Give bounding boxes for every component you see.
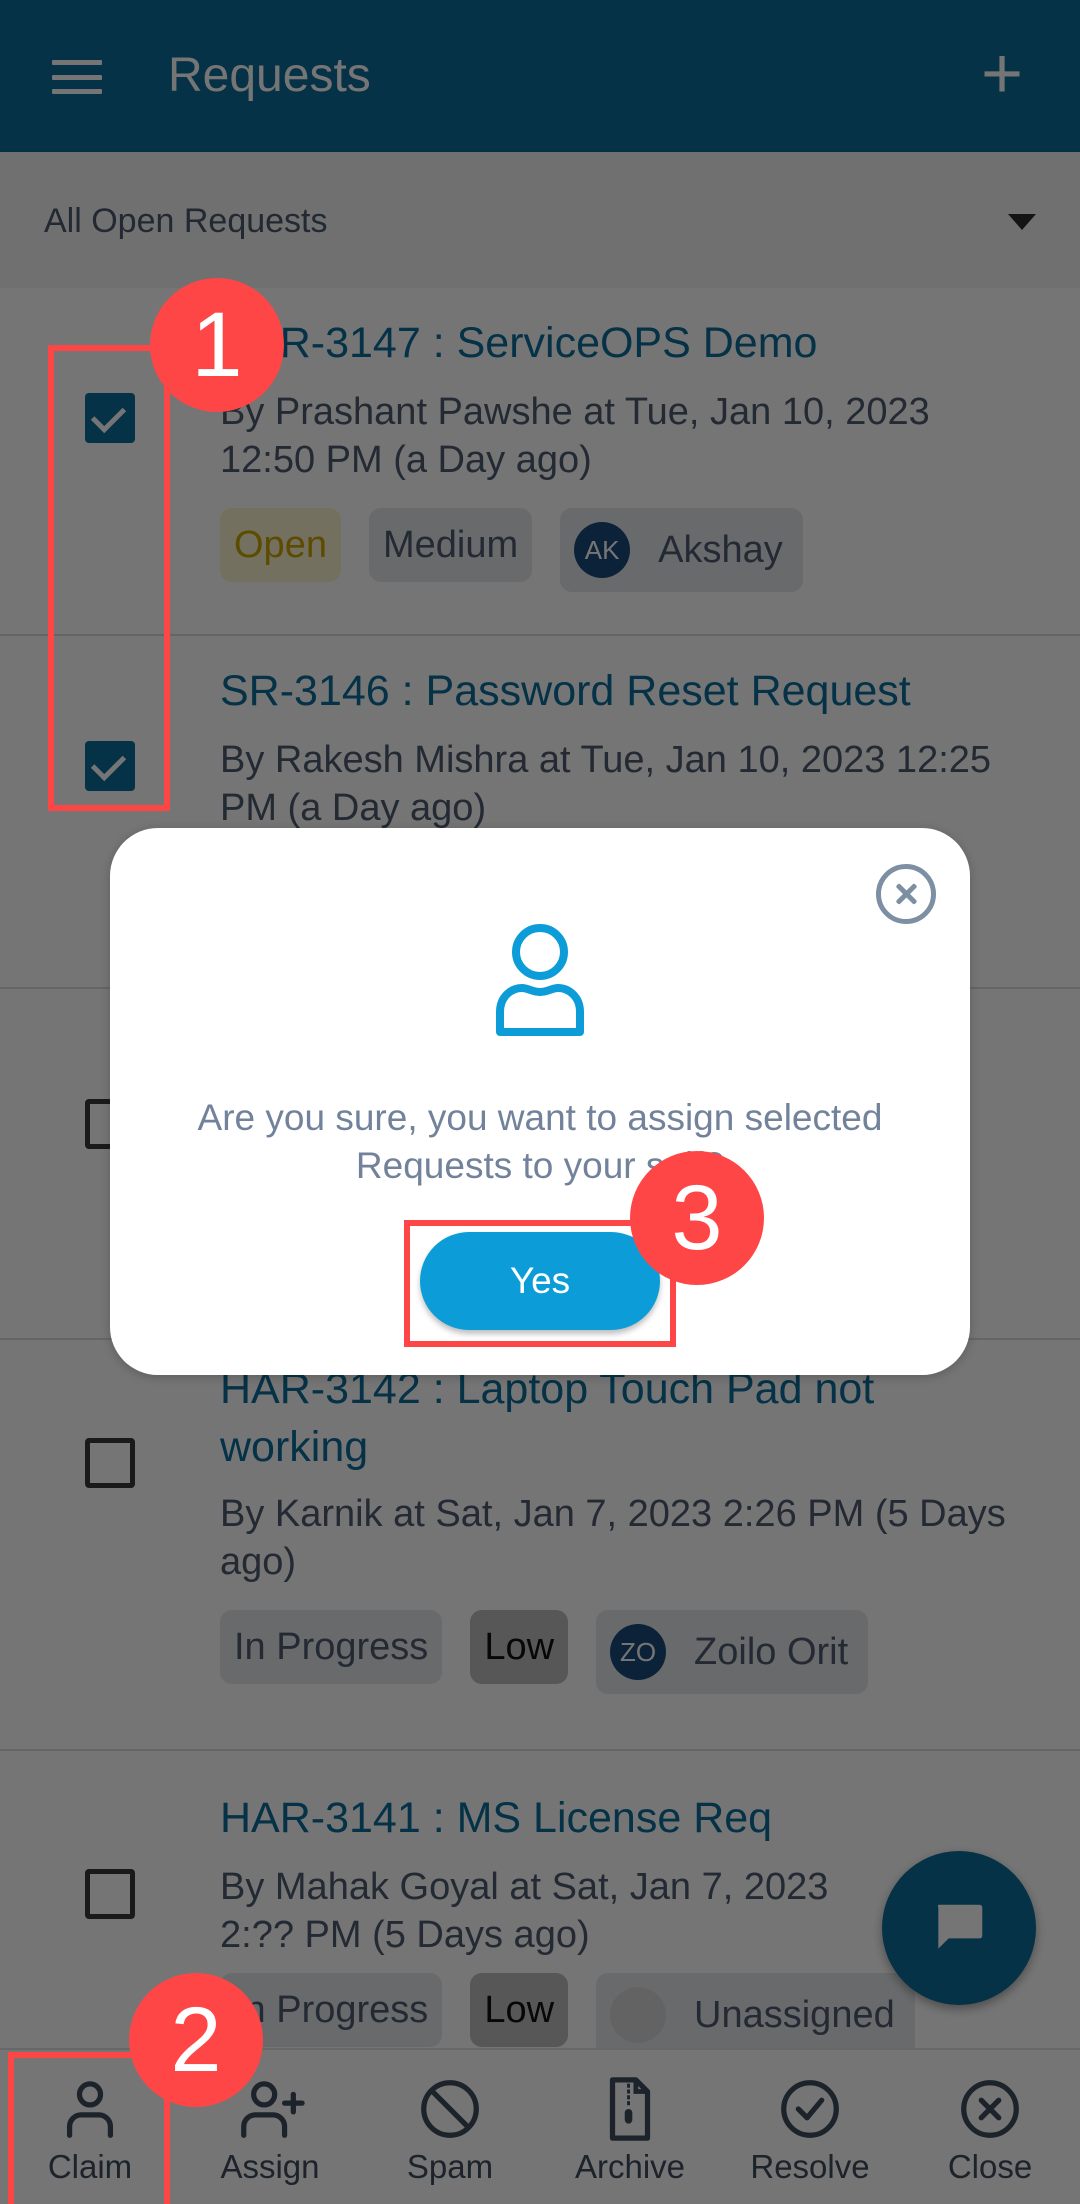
close-icon[interactable] [876,864,936,924]
annotation-box-checkboxes [48,345,170,811]
annotation-badge: 1 [150,278,284,412]
dialog-message: Are you sure, you want to assign selecte… [197,1097,883,1186]
annotation-badge: 3 [630,1151,764,1285]
annotation-badge: 2 [129,1973,263,2107]
user-icon [496,924,584,1036]
